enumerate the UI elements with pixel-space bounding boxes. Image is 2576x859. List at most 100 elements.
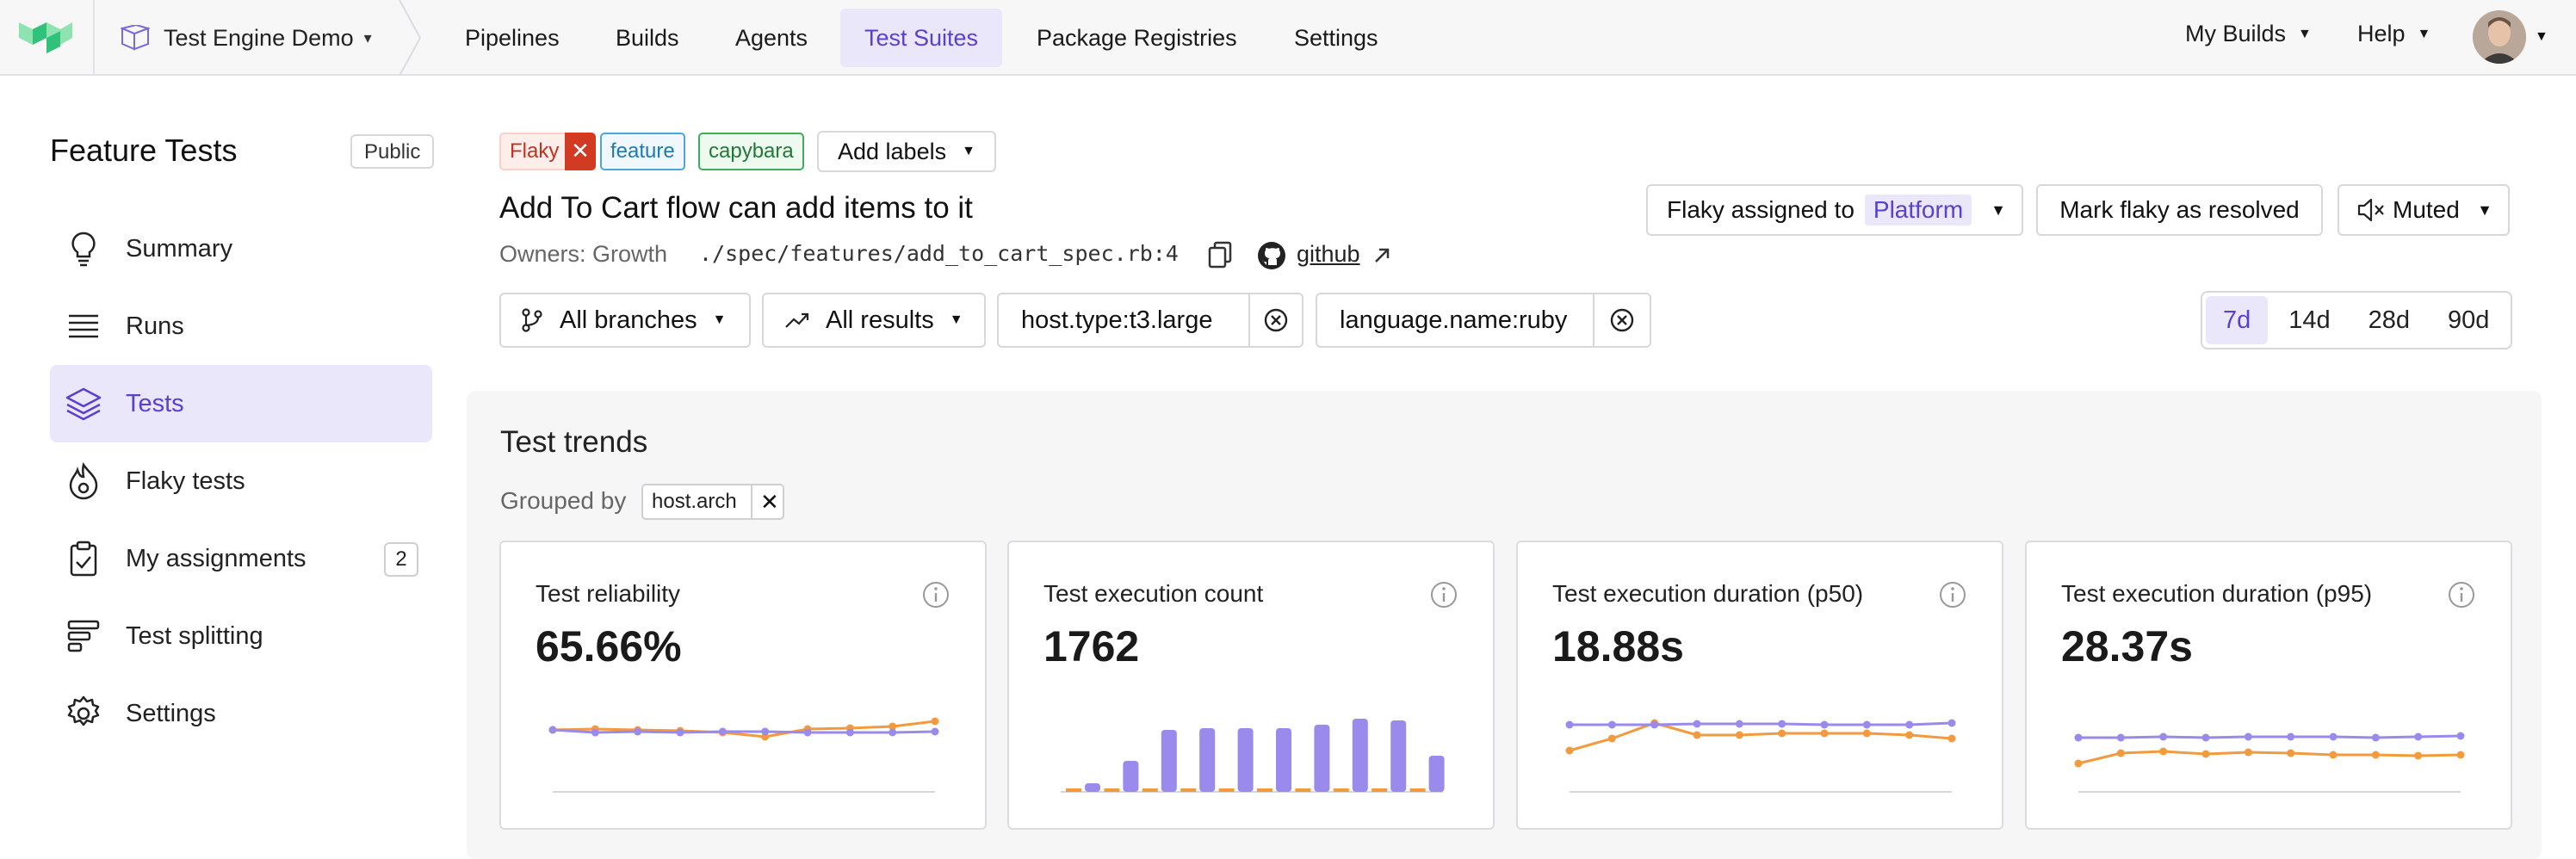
chart-point (2244, 748, 2252, 757)
chart-point (1778, 729, 1786, 738)
tag-filter-host-type[interactable]: host.type:t3.large (997, 293, 1303, 348)
chart-bar-primary (1237, 728, 1254, 792)
chart-point (676, 728, 684, 737)
chart-point (2074, 759, 2083, 768)
range-90d[interactable]: 90d (2430, 296, 2506, 344)
chart-point (803, 728, 812, 737)
chart-bar-secondary (1142, 788, 1158, 792)
remove-flaky-label-button[interactable]: ✕ (565, 133, 596, 170)
results-filter-dropdown[interactable]: All results ▼ (762, 293, 986, 348)
help-menu[interactable]: Help ▼ (2357, 21, 2430, 47)
chart-point (2201, 750, 2210, 758)
branch-filter-dropdown[interactable]: All branches ▼ (499, 293, 751, 348)
metric-title: Test reliability (536, 580, 681, 607)
chart-point (2414, 751, 2423, 760)
nav-settings[interactable]: Settings (1270, 9, 1403, 67)
sidebar-item-label: Flaky tests (126, 467, 245, 495)
range-7d[interactable]: 7d (2206, 296, 2269, 344)
chip-divider (751, 485, 752, 518)
user-avatar[interactable] (2473, 10, 2526, 64)
chart-point (2414, 732, 2423, 741)
info-icon[interactable] (2447, 580, 2476, 609)
chart-point (1905, 731, 1914, 739)
chart-bar-primary (1390, 720, 1407, 792)
remove-grouping-button[interactable]: ✕ (760, 485, 779, 518)
chart-bar-primary (1428, 756, 1445, 792)
add-labels-label: Add labels (838, 139, 947, 164)
range-28d[interactable]: 28d (2351, 296, 2427, 344)
org-switcher[interactable]: Test Engine Demo ▾ (121, 21, 372, 55)
metric-value: 28.37s (2061, 622, 2193, 671)
tag-filter-label: language.name:ruby (1340, 306, 1568, 334)
nav-builds[interactable]: Builds (591, 9, 703, 67)
copy-icon[interactable] (1207, 241, 1233, 269)
trend-up-icon (785, 312, 809, 328)
external-link-icon (1375, 248, 1390, 263)
buildkite-logo-icon[interactable] (19, 19, 72, 57)
nav-divider (93, 0, 95, 76)
chart-point (845, 728, 854, 737)
chevron-down-icon: ▼ (712, 312, 727, 327)
chart-point (2201, 733, 2210, 742)
chevron-down-icon[interactable]: ▼ (2535, 29, 2548, 45)
sidebar-item-flaky-tests[interactable]: Flaky tests (50, 442, 432, 520)
chart-point (1693, 731, 1701, 739)
nav-pipelines[interactable]: Pipelines (441, 9, 584, 67)
range-14d[interactable]: 14d (2271, 296, 2347, 344)
sparkline-chart (548, 717, 939, 793)
flaky-assignment-dropdown[interactable]: Flaky assigned to Platform ▼ (1646, 184, 2023, 236)
chart-point (889, 728, 897, 737)
flaky-assigned-label: Flaky assigned to (1667, 196, 1855, 223)
chevron-down-icon: ▼ (2477, 201, 2492, 219)
sidebar-item-settings[interactable]: Settings (50, 675, 432, 752)
metric-title: Test execution duration (p95) (2061, 580, 2373, 607)
chart-bar-secondary (1218, 788, 1235, 792)
chart-series-line (2078, 734, 2461, 739)
tag-filter-language[interactable]: language.name:ruby (1316, 293, 1651, 348)
mute-dropdown[interactable]: Muted ▼ (2338, 184, 2510, 236)
sidebar-item-runs[interactable]: Runs (50, 287, 432, 365)
clear-circle-icon[interactable] (1608, 306, 1636, 334)
mark-resolved-label: Mark flaky as resolved (2059, 196, 2300, 223)
bar-sparkline-chart (1061, 719, 1445, 793)
sidebar-item-test-splitting[interactable]: Test splitting (50, 597, 432, 675)
nav-agents[interactable]: Agents (711, 9, 832, 67)
grouped-by-label: Grouped by (500, 487, 627, 514)
info-icon[interactable] (1429, 580, 1458, 609)
chart-bar-primary (1276, 728, 1291, 792)
branch-filter-label: All branches (560, 306, 697, 334)
label-capybara: capybara (698, 133, 804, 170)
muted-label: Muted (2393, 196, 2460, 223)
sidebar-item-summary[interactable]: Summary (50, 210, 432, 287)
add-labels-button[interactable]: Add labels ▼ (817, 131, 996, 172)
label-feature: feature (600, 133, 685, 170)
metric-value: 1762 (1043, 622, 1140, 671)
nav-package-registries[interactable]: Package Registries (1012, 9, 1261, 67)
info-icon[interactable] (921, 580, 951, 609)
chart-point (1607, 734, 1616, 743)
visibility-badge: Public (350, 134, 435, 169)
info-icon[interactable] (1938, 580, 1967, 609)
my-builds-menu[interactable]: My Builds ▼ (2185, 21, 2312, 47)
clear-circle-icon[interactable] (1262, 306, 1290, 334)
sidebar-item-tests[interactable]: Tests (50, 365, 432, 442)
sidebar-item-my-assignments[interactable]: My assignments 2 (50, 520, 432, 597)
mark-flaky-resolved-button[interactable]: Mark flaky as resolved (2036, 184, 2323, 236)
chevron-down-icon: ▾ (363, 28, 372, 46)
lightbulb-icon (71, 232, 96, 267)
nav-test-suites[interactable]: Test Suites (840, 9, 1003, 67)
chart-point (1565, 720, 1574, 729)
chart-point (1820, 729, 1829, 738)
github-icon (1258, 242, 1285, 269)
flaky-assignee-team: Platform (1864, 195, 1972, 226)
chart-point (761, 727, 770, 736)
sidebar-item-label: My assignments (126, 544, 307, 572)
chart-point (2116, 733, 2125, 742)
chart-bar-primary (1199, 728, 1216, 792)
chart-point (2456, 732, 2465, 740)
metric-card-reliability: Test reliability 65.66% (499, 541, 987, 830)
chart-point (1693, 720, 1701, 728)
github-source-link[interactable]: github (1297, 241, 1360, 268)
chart-bar-secondary (1257, 788, 1273, 792)
chart-point (2074, 733, 2083, 742)
